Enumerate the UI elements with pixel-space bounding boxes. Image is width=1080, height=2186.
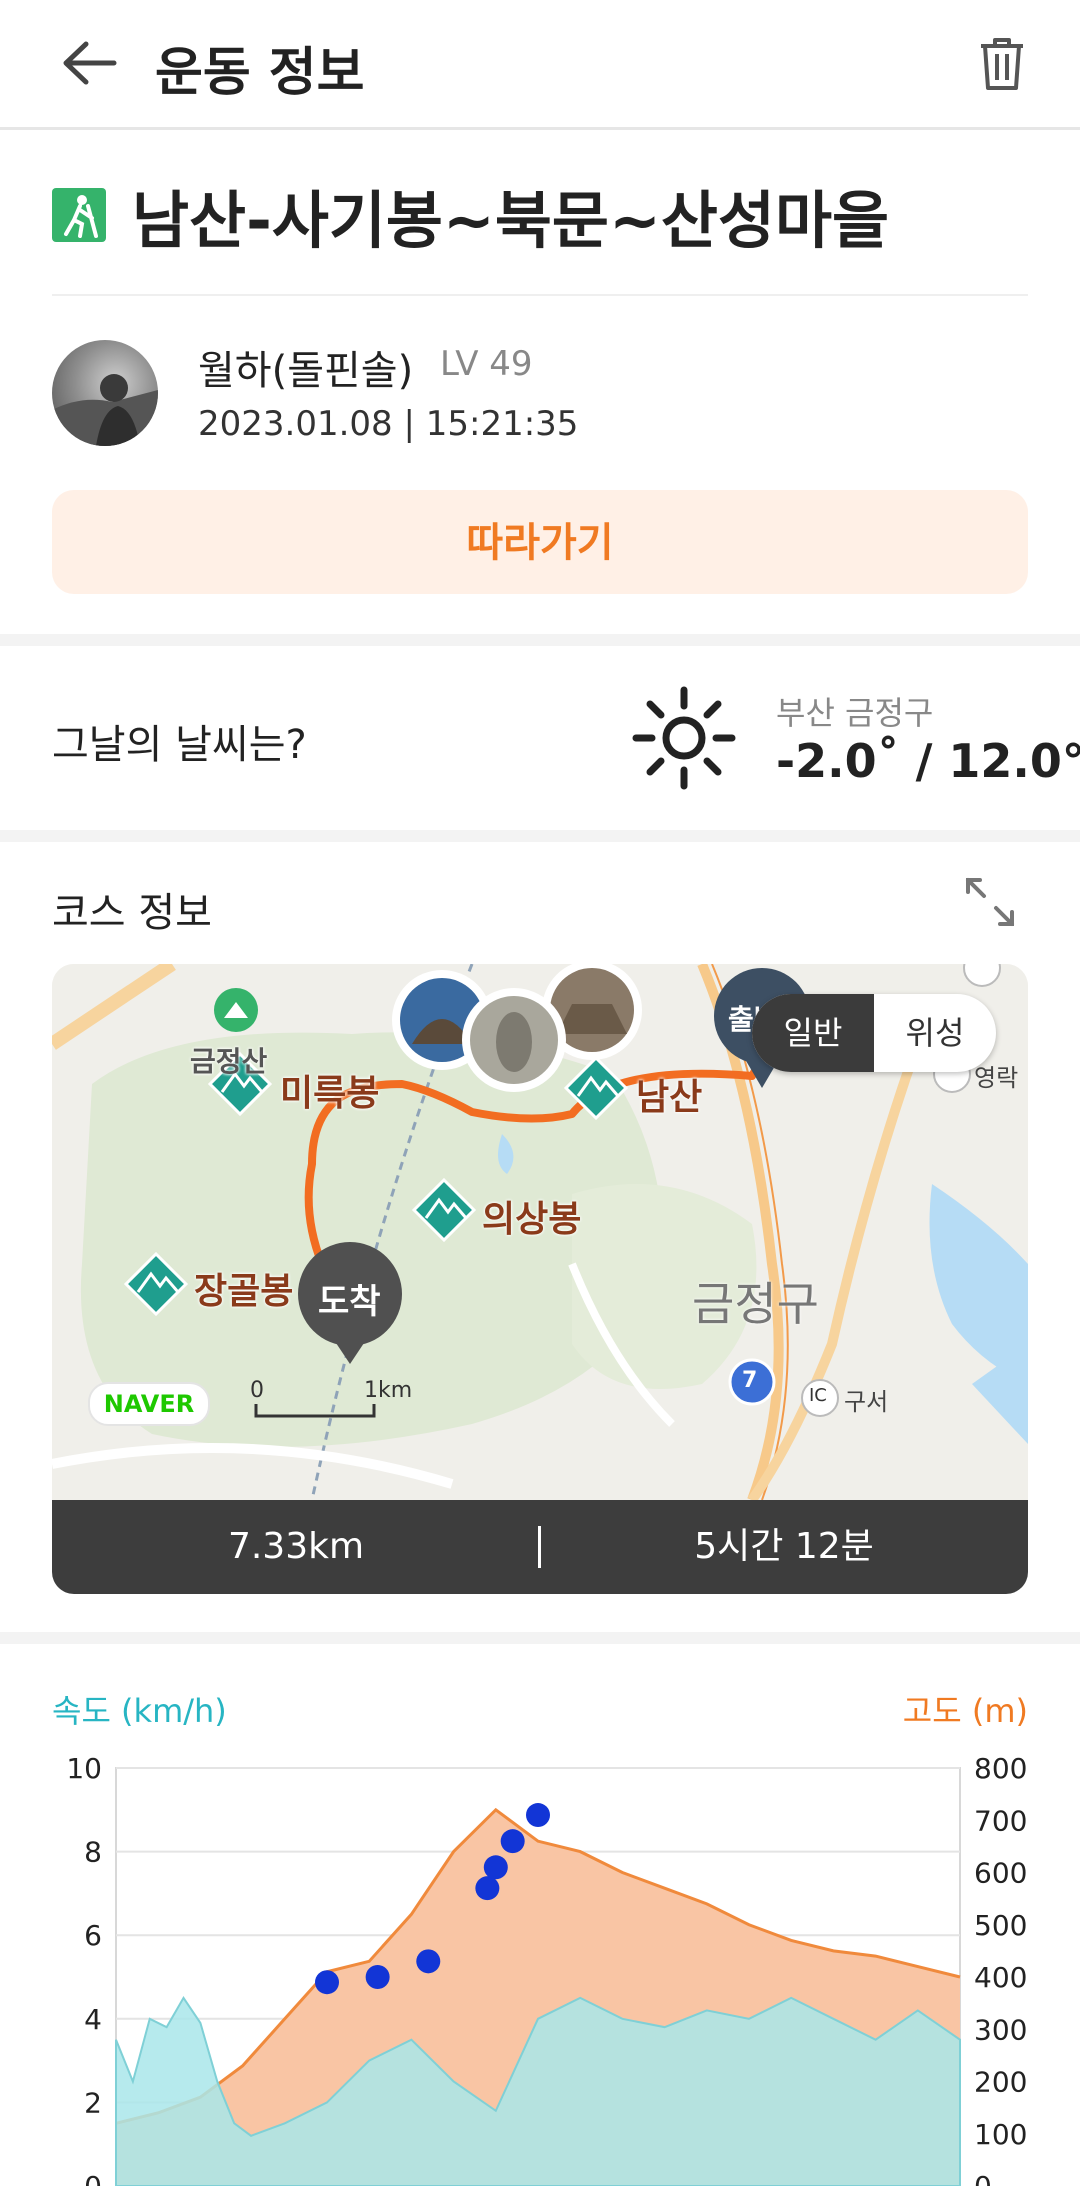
course-label: 코스 정보	[52, 890, 212, 936]
right-tick-label: 600	[974, 1857, 1027, 1890]
scale-start: 0	[250, 1378, 264, 1403]
weather-location: 부산 금정구	[776, 694, 934, 732]
app-header: 운동 정보	[0, 0, 1080, 130]
right-tick-label: 0	[974, 2170, 992, 2186]
section-divider	[0, 830, 1080, 842]
map-satellite-button[interactable]: 위성	[874, 994, 996, 1072]
left-tick-label: 6	[84, 1919, 102, 1952]
left-tick-label: 2	[84, 2086, 102, 2119]
hiking-icon	[52, 188, 106, 242]
user-level: LV 49	[440, 344, 533, 384]
mountain-label: 금정산	[190, 1045, 268, 1078]
left-tick-label: 4	[84, 2003, 102, 2036]
right-tick-label: 200	[974, 2066, 1027, 2099]
photo-marker	[365, 1965, 390, 1989]
peak-label-mireuk: 미륵봉	[280, 1073, 380, 1114]
sun-icon	[632, 686, 736, 790]
left-tick-label: 8	[84, 1836, 102, 1869]
peak-label-janggol: 장골봉	[194, 1271, 294, 1312]
photo-pin[interactable]	[462, 988, 566, 1092]
left-tick-label: 0	[84, 2170, 102, 2186]
speed-altitude-chart[interactable]: 10 8 6 4 2 0 800 700 600 500 400 300 200 100 0	[0, 1686, 1080, 2186]
activity-title-row: 남산-사기봉~북문~산성마을	[52, 170, 1028, 296]
activity-title: 남산-사기봉~북문~산성마을	[132, 184, 890, 257]
photo-marker	[416, 1949, 441, 1974]
peak-label-uisang: 의상봉	[482, 1199, 582, 1240]
weather-question: 그날의 날씨는?	[52, 722, 307, 768]
expand-icon[interactable]	[964, 876, 1016, 928]
avatar[interactable]	[52, 340, 158, 446]
course-stats-bar: 7.33km 5시간 12분	[52, 1500, 1028, 1594]
weather-temperature: -2.0˚ / 12.0℃	[776, 734, 1080, 788]
activity-datetime: 2023.01.08 | 15:21:35	[198, 404, 579, 444]
section-divider	[0, 1632, 1080, 1644]
left-tick-label: 10	[66, 1752, 102, 1785]
arrow-left-icon[interactable]	[58, 38, 118, 88]
user-name[interactable]: 월하(돌핀솔)	[198, 338, 413, 396]
scale-end: 1km	[364, 1378, 413, 1403]
trash-icon[interactable]	[975, 36, 1029, 92]
right-tick-label: 500	[974, 1909, 1027, 1942]
road-number: 7	[742, 1368, 758, 1393]
district-label: 금정구	[692, 1277, 819, 1331]
duration-value: 5시간 12분	[694, 1526, 874, 1567]
photo-marker	[526, 1803, 550, 1828]
naver-logo: NAVER	[88, 1382, 210, 1426]
course-map[interactable]: 금정산 미륵봉 남산 의상봉 장골봉 금정구 출발 도착 7 IC 구서 영락 …	[52, 964, 1028, 1500]
right-tick-label: 100	[974, 2118, 1027, 2151]
page-title: 운동 정보	[155, 43, 365, 103]
ic-badge: IC	[809, 1385, 827, 1406]
ic-label-guseo: 구서	[844, 1388, 889, 1416]
photo-marker	[475, 1876, 500, 1901]
right-tick-label: 400	[974, 1961, 1027, 1994]
peak-label-namsan: 남산	[636, 1077, 703, 1118]
photo-marker	[315, 1970, 339, 1995]
map-type-toggle: 일반 위성	[752, 994, 996, 1072]
end-label: 도착	[318, 1282, 381, 1322]
follow-button[interactable]: 따라가기	[52, 490, 1028, 594]
photo-marker	[500, 1829, 525, 1854]
map-normal-button[interactable]: 일반	[752, 994, 874, 1072]
photo-marker	[483, 1855, 508, 1880]
right-tick-label: 700	[974, 1804, 1027, 1837]
distance-value: 7.33km	[227, 1526, 365, 1567]
section-divider	[0, 634, 1080, 646]
right-tick-label: 300	[974, 2013, 1027, 2046]
right-tick-label: 800	[974, 1752, 1027, 1785]
